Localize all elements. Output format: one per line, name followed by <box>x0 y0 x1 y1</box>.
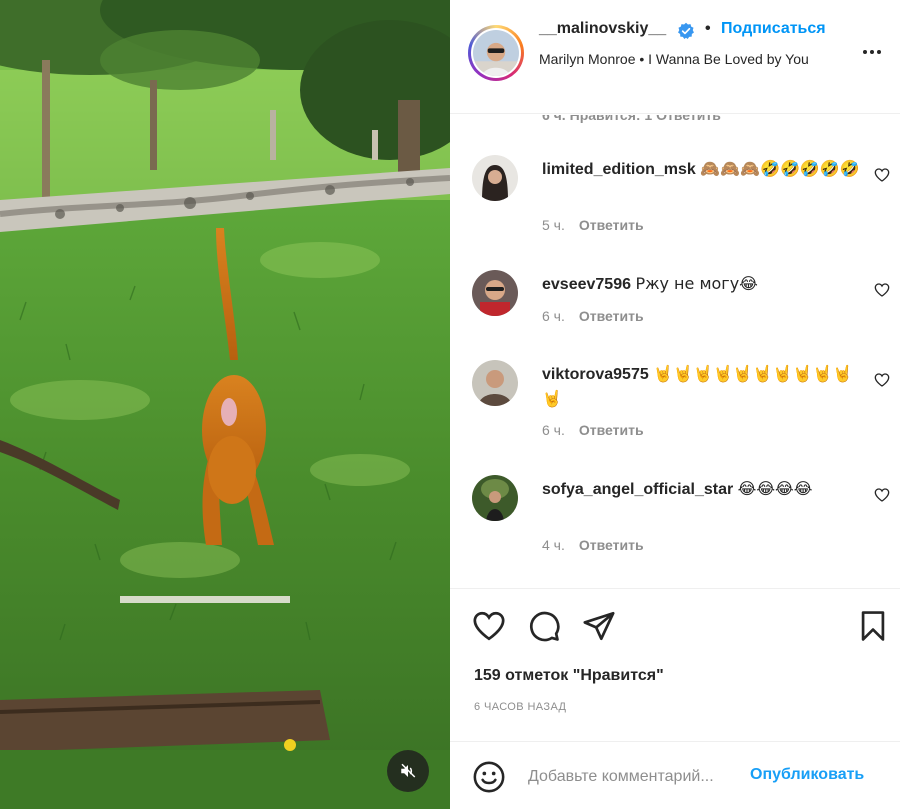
avatar <box>473 30 519 76</box>
reply-button[interactable]: Ответить <box>579 537 644 553</box>
more-options-button[interactable] <box>858 40 886 64</box>
partial-comment-meta: 6 ч. Нравится: 1 Ответить <box>542 115 721 123</box>
post-media[interactable] <box>0 0 450 809</box>
comment-input[interactable] <box>528 764 746 790</box>
heart-icon[interactable] <box>874 487 890 503</box>
mute-button[interactable] <box>387 750 429 792</box>
post-header: __malinovskiy__ • Подписаться Marilyn Mo… <box>450 0 900 114</box>
reply-button[interactable]: Ответить <box>579 308 644 324</box>
comment-username[interactable]: evseev7596 <box>542 276 631 293</box>
comment-time: 6 ч. <box>542 308 565 324</box>
verified-badge-icon <box>678 22 694 39</box>
comment-time: 5 ч. <box>542 217 565 233</box>
comment-bubble-icon[interactable] <box>527 609 561 643</box>
more-dots-icon <box>863 50 867 54</box>
commenter-avatar[interactable] <box>472 475 518 521</box>
like-heart-icon[interactable] <box>472 609 506 643</box>
comment-username[interactable]: viktorova9575 <box>542 366 649 383</box>
follow-button[interactable]: Подписаться <box>721 20 841 38</box>
heart-icon[interactable] <box>874 372 890 388</box>
comment-username[interactable]: sofya_angel_official_star <box>542 481 733 498</box>
comment-composer: Опубликовать <box>450 741 900 809</box>
likes-count[interactable]: 159 отметок "Нравится" <box>474 667 664 685</box>
comment-time: 6 ч. <box>542 422 565 438</box>
audio-track-link[interactable]: Marilyn Monroe • I Wanna Be Loved by You <box>539 48 839 70</box>
share-paper-plane-icon[interactable] <box>582 609 616 643</box>
heart-icon[interactable] <box>874 282 890 298</box>
comments-list[interactable]: 6 ч. Нравится: 1 Ответить limited_editio… <box>450 115 900 588</box>
emoji-smiley-icon[interactable] <box>472 760 506 794</box>
publish-button[interactable]: Опубликовать <box>750 766 864 784</box>
post-side-panel: __malinovskiy__ • Подписаться Marilyn Mo… <box>450 0 900 809</box>
reply-button[interactable]: Ответить <box>579 422 644 438</box>
comment-time: 4 ч. <box>542 537 565 553</box>
comment-body: 😂😂😂😂 <box>737 479 813 498</box>
speaker-muted-icon <box>401 763 416 778</box>
author-avatar-ring[interactable] <box>468 25 524 81</box>
video-frame <box>0 0 450 809</box>
author-username[interactable]: __malinovskiy__ <box>539 20 666 38</box>
header-separator: • <box>705 20 711 37</box>
commenter-avatar[interactable] <box>472 155 518 201</box>
comment-body: 🙈🙈🙈🤣🤣🤣🤣🤣 <box>700 159 860 178</box>
comment-username[interactable]: limited_edition_msk <box>542 161 696 178</box>
post-timestamp: 6 ЧАСОВ НАЗАД <box>474 701 567 713</box>
reply-button[interactable]: Ответить <box>579 217 644 233</box>
post-actions: 159 отметок "Нравится" 6 ЧАСОВ НАЗАД <box>450 588 900 740</box>
commenter-avatar[interactable] <box>472 360 518 406</box>
commenter-avatar[interactable] <box>472 270 518 316</box>
heart-icon[interactable] <box>874 167 890 183</box>
bookmark-icon[interactable] <box>856 609 890 643</box>
comment-body: Ржу не могу😂 <box>635 274 758 293</box>
